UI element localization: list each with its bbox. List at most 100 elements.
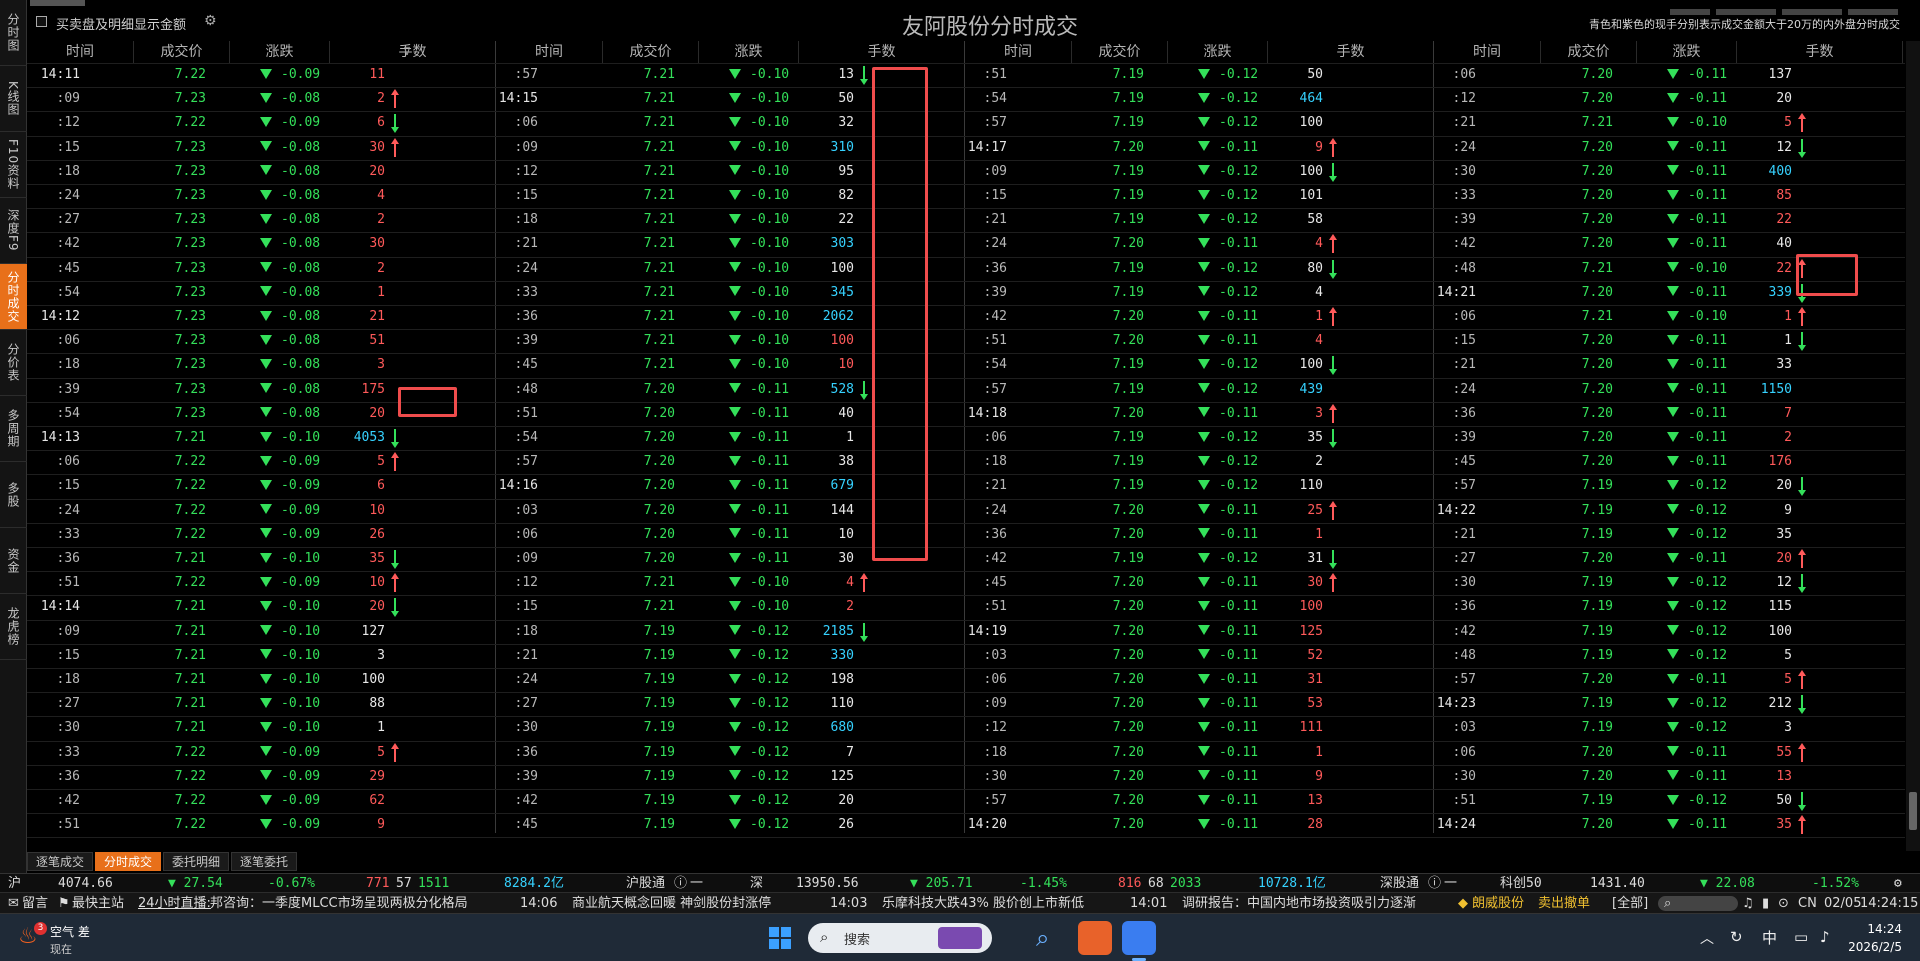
trade-volume[interactable]: 50 <box>799 87 854 111</box>
trade-volume[interactable]: 22 <box>799 208 854 232</box>
trade-volume[interactable]: 31 <box>1268 668 1323 692</box>
col-header-change[interactable]: 涨跌 <box>1168 41 1268 63</box>
col-header-time[interactable]: 时间 <box>27 41 134 63</box>
trade-volume[interactable]: 10 <box>330 499 385 523</box>
scrollbar-thumb[interactable] <box>1909 792 1917 830</box>
nav-item-7[interactable]: 多股 <box>0 462 27 528</box>
col-header-price[interactable]: 成交价 <box>134 41 230 63</box>
sz-connect-label[interactable]: 深股通 <box>1380 874 1419 893</box>
trade-volume[interactable]: 35 <box>1737 813 1792 837</box>
trade-volume[interactable]: 680 <box>799 716 854 740</box>
trade-volume[interactable]: 22 <box>1737 208 1792 232</box>
nav-item-2[interactable]: F10资料 <box>0 132 27 198</box>
trade-volume[interactable]: 12 <box>1737 571 1792 595</box>
trade-volume[interactable]: 1 <box>1737 305 1792 329</box>
trade-volume[interactable]: 40 <box>799 402 854 426</box>
trade-volume[interactable]: 20 <box>1737 474 1792 498</box>
trade-volume[interactable]: 339 <box>1737 281 1792 305</box>
trade-volume[interactable]: 13 <box>1737 765 1792 789</box>
trade-volume[interactable]: 1 <box>799 426 854 450</box>
trade-volume[interactable]: 6 <box>330 474 385 498</box>
trade-volume[interactable]: 2 <box>330 257 385 281</box>
trade-volume[interactable]: 2 <box>1268 450 1323 474</box>
trade-volume[interactable]: 1 <box>1737 329 1792 353</box>
ticker-search-box[interactable]: ⌕ <box>1658 896 1738 911</box>
bottom-tab-3[interactable]: 逐笔委托 <box>231 852 297 871</box>
trade-volume[interactable]: 20 <box>330 160 385 184</box>
weather-text[interactable]: 空气 差 <box>50 923 90 940</box>
trade-volume[interactable]: 30 <box>330 232 385 256</box>
trade-volume[interactable]: 100 <box>1268 111 1323 135</box>
trade-volume[interactable]: 303 <box>799 232 854 256</box>
trade-volume[interactable]: 4 <box>1268 232 1323 256</box>
trade-volume[interactable]: 198 <box>799 668 854 692</box>
sh-value[interactable]: 4074.66 <box>58 874 113 893</box>
trade-volume[interactable]: 175 <box>330 378 385 402</box>
trade-volume[interactable]: 4 <box>1268 281 1323 305</box>
trade-volume[interactable]: 30 <box>1268 571 1323 595</box>
col-header-time[interactable]: 时间 <box>1434 41 1541 63</box>
trade-volume[interactable]: 10 <box>799 523 854 547</box>
trade-volume[interactable]: 5 <box>330 741 385 765</box>
news-item-1[interactable]: 邦咨询：一季度MLCC市场呈现两极分化格局 <box>210 893 468 914</box>
app-icon-stock[interactable] <box>1078 921 1112 955</box>
trade-volume[interactable]: 2 <box>330 208 385 232</box>
trade-volume[interactable]: 1 <box>1268 741 1323 765</box>
trade-volume[interactable]: 38 <box>799 450 854 474</box>
trade-volume[interactable]: 13 <box>799 63 854 87</box>
nav-item-6[interactable]: 多周期 <box>0 396 27 462</box>
trade-volume[interactable]: 85 <box>1737 184 1792 208</box>
bottom-tab-2[interactable]: 委托明细 <box>163 852 229 871</box>
trade-volume[interactable]: 3 <box>330 353 385 377</box>
trade-volume[interactable]: 52 <box>1268 644 1323 668</box>
trade-volume[interactable]: 11 <box>330 63 385 87</box>
trade-volume[interactable]: 110 <box>799 692 854 716</box>
nav-item-8[interactable]: 资金 <box>0 528 27 594</box>
col-header-volume[interactable]: 手数 <box>1268 41 1434 63</box>
trade-volume[interactable]: 35 <box>330 547 385 571</box>
col-header-time[interactable]: 时间 <box>496 41 603 63</box>
search-app-icon[interactable]: ⌕ <box>1036 924 1049 952</box>
alert-scope[interactable]: [全部] <box>1612 893 1648 914</box>
trade-volume[interactable]: 3 <box>1268 402 1323 426</box>
trade-volume[interactable]: 21 <box>330 305 385 329</box>
trade-volume[interactable]: 144 <box>799 499 854 523</box>
nav-item-9[interactable]: 龙虎榜 <box>0 594 27 660</box>
trade-volume[interactable]: 40 <box>1737 232 1792 256</box>
trade-volume[interactable]: 100 <box>1268 353 1323 377</box>
trade-volume[interactable]: 1 <box>330 716 385 740</box>
trade-volume[interactable]: 51 <box>330 329 385 353</box>
app-icon-messenger[interactable] <box>1122 921 1156 955</box>
trade-volume[interactable]: 10 <box>330 571 385 595</box>
message-link[interactable]: 留言 <box>22 893 48 914</box>
trade-volume[interactable]: 100 <box>1737 620 1792 644</box>
col-header-price[interactable]: 成交价 <box>1541 41 1637 63</box>
trade-volume[interactable]: 212 <box>1737 692 1792 716</box>
help-icon[interactable]: ⓘ <box>674 874 687 893</box>
trade-volume[interactable]: 5 <box>1737 644 1792 668</box>
trade-volume[interactable]: 528 <box>799 378 854 402</box>
col-header-change[interactable]: 涨跌 <box>1637 41 1737 63</box>
col-header-change[interactable]: 涨跌 <box>230 41 330 63</box>
bottom-tab-0[interactable]: 逐笔成交 <box>27 852 93 871</box>
trade-volume[interactable]: 1 <box>1268 305 1323 329</box>
trade-volume[interactable]: 22 <box>1737 257 1792 281</box>
bottom-tab-1[interactable]: 分时成交 <box>95 852 161 871</box>
trade-volume[interactable]: 58 <box>1268 208 1323 232</box>
trade-volume[interactable]: 3 <box>1737 716 1792 740</box>
trade-volume[interactable]: 2 <box>330 87 385 111</box>
nav-item-0[interactable]: 分时图 <box>0 0 27 66</box>
trade-volume[interactable]: 4 <box>799 571 854 595</box>
trade-volume[interactable]: 9 <box>1737 499 1792 523</box>
trade-volume[interactable]: 30 <box>330 136 385 160</box>
trade-volume[interactable]: 115 <box>1737 595 1792 619</box>
trade-volume[interactable]: 100 <box>1268 160 1323 184</box>
ime-indicator[interactable]: 中 <box>1762 927 1777 948</box>
trade-volume[interactable]: 100 <box>799 329 854 353</box>
settings-icon[interactable]: ⚙ <box>1894 874 1902 893</box>
trade-volume[interactable]: 7 <box>799 741 854 765</box>
trade-volume[interactable]: 5 <box>1737 111 1792 135</box>
trade-volume[interactable]: 110 <box>1268 474 1323 498</box>
trade-volume[interactable]: 9 <box>330 813 385 837</box>
trade-volume[interactable]: 80 <box>1268 257 1323 281</box>
